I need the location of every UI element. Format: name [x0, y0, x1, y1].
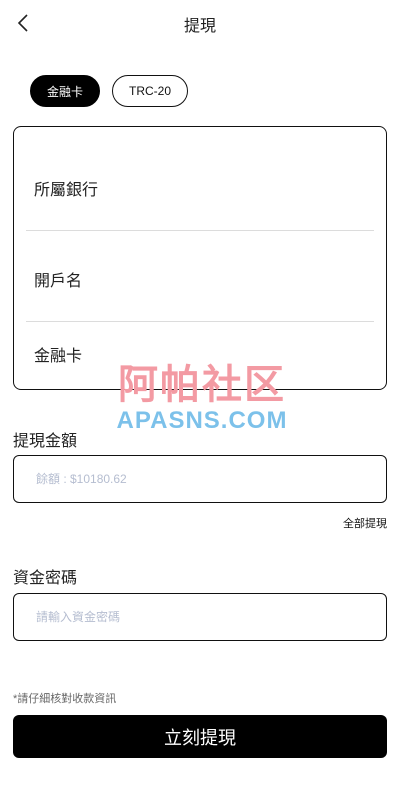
divider — [26, 230, 374, 231]
amount-input[interactable] — [34, 471, 368, 487]
divider — [26, 321, 374, 322]
bank-card-form: 所屬銀行 開戶名 金融卡 — [13, 126, 387, 390]
watermark-en-text: APASNS.COM — [116, 407, 288, 434]
tab-trc20[interactable]: TRC-20 — [112, 75, 189, 107]
fund-password-input[interactable] — [34, 609, 368, 625]
account-name-field[interactable]: 開戶名 — [34, 267, 82, 291]
amount-label: 提現金額 — [13, 433, 78, 450]
bank-name-field[interactable]: 所屬銀行 — [34, 176, 98, 200]
password-input-box — [13, 593, 387, 641]
withdraw-now-button[interactable]: 立刻提現 — [13, 715, 387, 758]
withdraw-page: 提現 金融卡 TRC-20 所屬銀行 開戶名 金融卡 阿帕社区 APASNS.C… — [0, 0, 400, 800]
header: 提現 — [0, 0, 400, 46]
page-title: 提現 — [183, 18, 216, 35]
tab-bank-card[interactable]: 金融卡 — [30, 75, 101, 107]
verify-note: *請仔細核對收款資訊 — [13, 693, 117, 705]
card-number-field[interactable]: 金融卡 — [34, 342, 82, 366]
amount-input-box — [13, 455, 387, 503]
password-label: 資金密碼 — [13, 570, 78, 587]
withdraw-all-button[interactable]: 全部提現 — [343, 515, 387, 531]
payment-method-tabs: 金融卡 TRC-20 — [30, 75, 189, 107]
